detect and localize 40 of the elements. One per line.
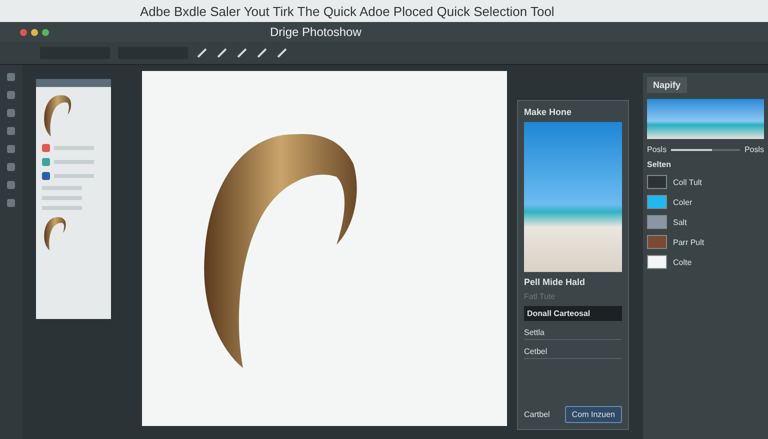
- tool-icon[interactable]: [7, 91, 15, 99]
- layer-thumbnail[interactable]: [647, 195, 667, 209]
- dropdown[interactable]: Donall Carteosal: [524, 306, 622, 321]
- tool-icon[interactable]: [7, 73, 15, 81]
- hair-drawing: [42, 216, 67, 251]
- panel-tab[interactable]: Napify: [647, 77, 687, 93]
- tool-icon[interactable]: [7, 127, 15, 135]
- tool-icon[interactable]: [7, 145, 15, 153]
- layer-thumbnail[interactable]: [647, 255, 667, 269]
- panel-title: Make Hone: [524, 107, 573, 117]
- section-title: Pell Mide Hald: [524, 277, 586, 287]
- layer-name[interactable]: Coler: [673, 198, 692, 206]
- option-label: Cetbel: [524, 345, 622, 359]
- minimize-icon[interactable]: [31, 28, 38, 36]
- input-field[interactable]: Fatl Tute: [524, 292, 622, 301]
- layer-thumbnail[interactable]: [647, 235, 667, 249]
- maximize-icon[interactable]: [42, 28, 49, 36]
- select-label: Selten: [647, 160, 672, 169]
- layer-thumbnail[interactable]: [647, 215, 667, 229]
- confirm-button[interactable]: Com Inzuen: [564, 406, 622, 423]
- window-title: Drige Photoshow: [270, 25, 362, 39]
- tool-icon[interactable]: [7, 109, 15, 117]
- tool-icon[interactable]: [7, 163, 15, 171]
- close-icon[interactable]: [20, 28, 27, 36]
- slider-label: Posls: [647, 145, 667, 154]
- tool-icon[interactable]: [7, 199, 15, 207]
- option-label: Settla: [524, 326, 622, 340]
- slider-label: Posls: [744, 145, 764, 154]
- tool-icon[interactable]: [7, 181, 15, 189]
- layer-name[interactable]: Parr Pult: [673, 238, 704, 246]
- browser-title: Adbe Bxdle Saler Yout Tirk The Quick Adoe Ploced Quick Selection Tool: [140, 4, 554, 18]
- color-swatch[interactable]: [42, 144, 50, 152]
- layer-name[interactable]: Salt: [673, 218, 687, 226]
- hair-drawing: [42, 93, 72, 138]
- cancel-button[interactable]: Cartbel: [524, 410, 550, 419]
- layer-name[interactable]: Coll Tult: [673, 178, 702, 186]
- layer-thumbnail[interactable]: [647, 175, 667, 189]
- color-swatch[interactable]: [42, 158, 50, 166]
- color-swatch[interactable]: [42, 172, 50, 180]
- layer-name[interactable]: Colte: [673, 258, 692, 266]
